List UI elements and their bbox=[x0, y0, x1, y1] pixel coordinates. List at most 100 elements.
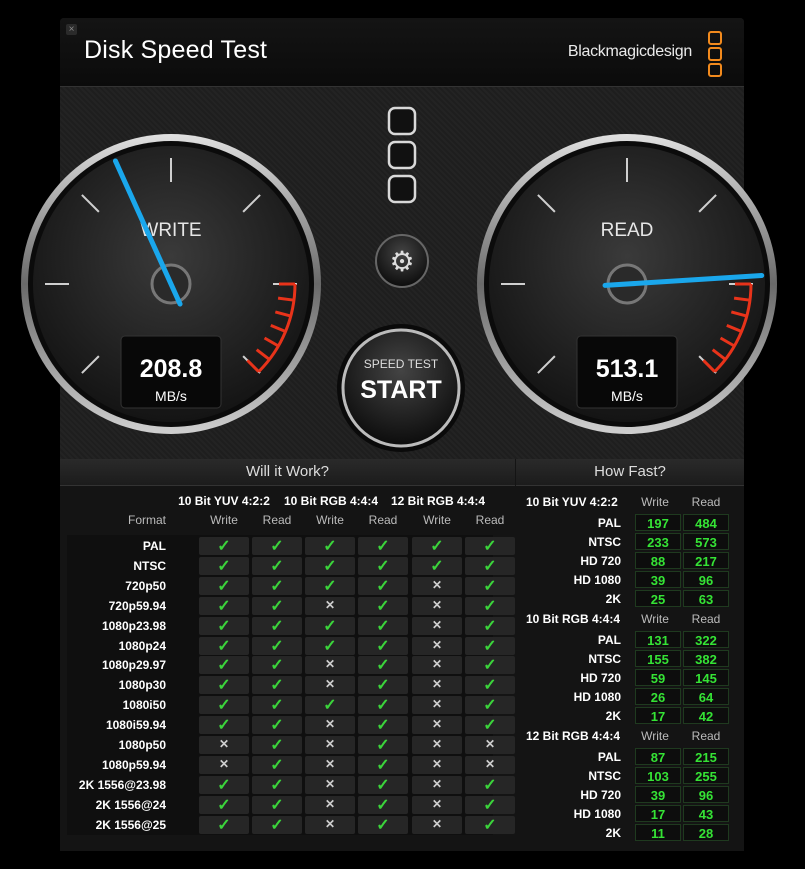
format-cell: ✓ bbox=[305, 636, 355, 655]
write-column-header: Write bbox=[641, 495, 669, 509]
format-cell: ✓ bbox=[358, 636, 408, 655]
format-cell: ✓ bbox=[199, 795, 249, 814]
format-name: 2K 1556@23.98 bbox=[78, 777, 166, 792]
write-column-header: Write bbox=[641, 729, 669, 743]
format-cell: ✕ bbox=[412, 755, 462, 774]
read-speed-value: 255 bbox=[683, 767, 729, 784]
format-cell: ✓ bbox=[199, 537, 249, 555]
check-icon: ✓ bbox=[483, 657, 497, 675]
start-label[interactable]: START bbox=[360, 376, 441, 404]
speed-format-name: HD 1080 bbox=[573, 573, 621, 587]
check-icon: ✓ bbox=[376, 617, 390, 635]
speed-format-name: PAL bbox=[597, 633, 621, 647]
settings-button[interactable]: ⚙ bbox=[375, 234, 429, 288]
format-cell: ✓ bbox=[465, 616, 515, 635]
check-icon: ✓ bbox=[217, 538, 231, 555]
format-cell: ✓ bbox=[252, 815, 302, 834]
close-icon[interactable]: × bbox=[66, 24, 77, 35]
format-name: PAL bbox=[142, 539, 166, 553]
check-icon: ✓ bbox=[217, 677, 231, 695]
format-cell: ✓ bbox=[199, 696, 249, 715]
speed-format-name: PAL bbox=[597, 516, 621, 530]
format-cell: ✓ bbox=[252, 795, 302, 814]
check-icon: ✓ bbox=[483, 597, 497, 615]
cross-icon: ✕ bbox=[324, 756, 336, 771]
check-icon: ✓ bbox=[376, 538, 390, 555]
cross-icon: ✕ bbox=[324, 657, 336, 672]
format-name: 1080p29.97 bbox=[101, 658, 166, 673]
read-column-header: Read bbox=[691, 729, 721, 743]
write-speed-value: 131 bbox=[635, 631, 681, 648]
check-icon: ✓ bbox=[376, 796, 390, 814]
speed-test-label[interactable]: SPEED TEST bbox=[364, 357, 439, 371]
speed-format-name: HD 1080 bbox=[573, 807, 621, 821]
format-cell: ✓ bbox=[252, 736, 302, 754]
speed-group-header: 10 Bit RGB 4:4:4 bbox=[526, 612, 621, 626]
format-name: 1080p59.94 bbox=[101, 757, 166, 772]
check-icon: ✓ bbox=[323, 697, 337, 715]
write-column-header: Write bbox=[316, 513, 344, 527]
gear-icon[interactable]: ⚙ bbox=[389, 245, 414, 278]
check-icon: ✓ bbox=[270, 697, 284, 715]
write-column-header: Write bbox=[641, 612, 669, 626]
format-group-header: 10 Bit RGB 4:4:4 bbox=[283, 494, 379, 508]
check-icon: ✓ bbox=[217, 657, 231, 675]
check-icon: ✓ bbox=[323, 637, 337, 655]
read-gauge-label: READ bbox=[601, 220, 654, 241]
speed-format-name: HD 1080 bbox=[573, 690, 621, 704]
check-icon: ✓ bbox=[217, 776, 231, 794]
format-cell: ✕ bbox=[412, 596, 462, 615]
check-icon: ✓ bbox=[217, 557, 231, 575]
format-cell: ✓ bbox=[465, 775, 515, 794]
format-cell: ✓ bbox=[199, 556, 249, 575]
how-fast-header: How Fast? bbox=[516, 459, 744, 486]
format-cell: ✕ bbox=[412, 795, 462, 814]
cross-icon: ✕ bbox=[431, 776, 443, 791]
gauges-canvas: WRITE208.8MB/sREAD513.1MB/s⚙SPEED TESTST… bbox=[21, 106, 777, 452]
check-icon: ✓ bbox=[323, 538, 337, 555]
read-speed-value: 28 bbox=[683, 824, 729, 841]
format-cell: ✕ bbox=[305, 736, 355, 754]
read-speed-value: 43 bbox=[683, 805, 729, 822]
read-speed-value: 382 bbox=[683, 650, 729, 667]
format-cell: ✕ bbox=[305, 676, 355, 695]
cross-icon: ✕ bbox=[431, 617, 443, 632]
format-cell: ✓ bbox=[358, 775, 408, 794]
check-icon: ✓ bbox=[217, 816, 231, 834]
cross-icon: ✕ bbox=[324, 776, 336, 791]
read-speed-value: 217 bbox=[683, 552, 729, 569]
format-cell: ✕ bbox=[465, 755, 515, 774]
check-icon: ✓ bbox=[376, 637, 390, 655]
check-icon: ✓ bbox=[270, 677, 284, 695]
status-light bbox=[387, 174, 417, 204]
format-cell: ✕ bbox=[305, 755, 355, 774]
format-cell: ✕ bbox=[412, 676, 462, 695]
write-speed-value: 39 bbox=[635, 786, 681, 803]
format-cell: ✕ bbox=[199, 736, 249, 754]
speed-format-name: NTSC bbox=[588, 769, 621, 783]
cross-icon: ✕ bbox=[431, 677, 443, 692]
format-cell: ✕ bbox=[305, 716, 355, 735]
check-icon: ✓ bbox=[376, 697, 390, 715]
format-name: 1080i59.94 bbox=[105, 718, 166, 733]
check-icon: ✓ bbox=[376, 756, 390, 774]
cross-icon: ✕ bbox=[324, 796, 336, 811]
check-icon: ✓ bbox=[217, 796, 231, 814]
gauge-panel: WRITE 208.8 MB/s READ 513.1 MB/s ⚙ SPEED TEST ST… bbox=[21, 87, 777, 459]
write-speed-value: 233 bbox=[635, 533, 681, 550]
speed-format-name: HD 720 bbox=[580, 788, 621, 802]
format-cell: ✓ bbox=[465, 795, 515, 814]
start-button[interactable]: SPEED TEST START bbox=[337, 324, 465, 452]
check-icon: ✓ bbox=[483, 557, 497, 575]
format-cell: ✓ bbox=[199, 716, 249, 735]
format-cell: ✓ bbox=[252, 636, 302, 655]
format-cell: ✓ bbox=[305, 556, 355, 575]
cross-icon: ✕ bbox=[324, 597, 336, 612]
check-icon: ✓ bbox=[483, 717, 497, 735]
format-cell: ✓ bbox=[358, 656, 408, 675]
read-speed-value: 484 bbox=[683, 514, 729, 531]
cross-icon: ✕ bbox=[431, 637, 443, 652]
format-cell: ✓ bbox=[358, 576, 408, 595]
cross-icon: ✕ bbox=[431, 816, 443, 831]
cross-icon: ✕ bbox=[324, 737, 336, 751]
